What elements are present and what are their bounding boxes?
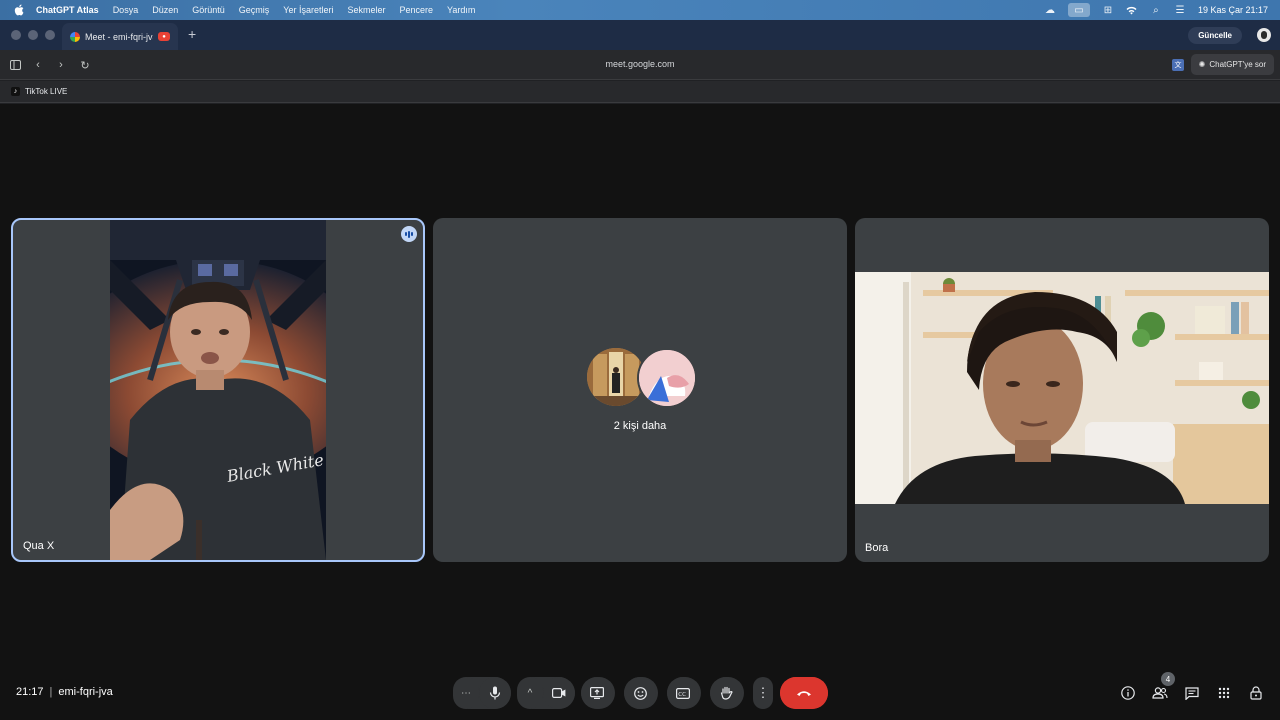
speaking-indicator-icon xyxy=(401,226,417,242)
macos-menu-bar: ChatGPT Atlas Dosya Düzen Görüntü Geçmiş… xyxy=(0,0,1280,20)
tab-title: Meet - emi-fqri-jva xyxy=(85,31,153,42)
audio-control-group: ⋯ xyxy=(453,677,511,709)
ask-chatgpt-label: ChatGPT'ye sor xyxy=(1209,60,1266,69)
participant-video-bora xyxy=(855,272,1269,504)
update-button[interactable]: Güncelle xyxy=(1188,27,1242,44)
present-group xyxy=(581,677,615,709)
present-screen-icon xyxy=(590,687,604,699)
raise-hand-button[interactable] xyxy=(710,677,742,709)
present-screen-button[interactable] xyxy=(581,677,613,709)
info-icon xyxy=(1121,686,1135,700)
microphone-button[interactable] xyxy=(479,677,511,709)
grid-icon[interactable]: ⊞ xyxy=(1102,5,1114,16)
apps-grid-icon xyxy=(1218,687,1230,699)
svg-text:CC: CC xyxy=(678,691,686,697)
raise-hand-group xyxy=(710,677,744,709)
menu-goruntu[interactable]: Görüntü xyxy=(192,5,225,15)
menu-sekmeler[interactable]: Sekmeler xyxy=(347,5,385,15)
close-window-button[interactable] xyxy=(11,30,21,40)
meeting-details-button[interactable] xyxy=(1119,684,1137,702)
meeting-info: 21:17 | emi-fqri-jva xyxy=(16,686,113,698)
tab-meet[interactable]: Meet - emi-fqri-jva ● xyxy=(62,23,178,50)
more-options-icon: ⋯ xyxy=(461,687,471,699)
chevron-up-icon: ^ xyxy=(527,687,533,699)
more-group: ⋮ xyxy=(753,677,773,709)
minimize-window-button[interactable] xyxy=(28,30,38,40)
meet-stage: Black White Qua X 2 kişi daha Bora 21:17… xyxy=(0,104,1280,720)
search-icon[interactable]: ⌕ xyxy=(1150,5,1162,16)
ask-chatgpt-button[interactable]: ✺ ChatGPT'ye sor xyxy=(1190,54,1274,75)
participant-tile-more-people[interactable]: 2 kişi daha xyxy=(433,218,847,562)
reactions-group xyxy=(624,677,658,709)
captions-group: CC xyxy=(667,677,701,709)
camera-icon xyxy=(552,688,566,698)
screen-share-status-icon[interactable]: ▭ xyxy=(1067,3,1090,17)
more-options-button[interactable]: ⋮ xyxy=(753,677,773,709)
avatar xyxy=(637,348,697,408)
profile-avatar[interactable] xyxy=(1257,28,1271,42)
meeting-time: 21:17 xyxy=(16,686,44,698)
menu-clock[interactable]: 19 Kas Çar 21:17 xyxy=(1198,5,1268,15)
wifi-icon[interactable] xyxy=(1126,5,1138,15)
zoom-window-button[interactable] xyxy=(45,30,55,40)
raise-hand-icon xyxy=(720,686,733,700)
apple-icon[interactable] xyxy=(12,3,26,17)
chatgpt-icon: ✺ xyxy=(1198,60,1206,69)
more-people-label: 2 kişi daha xyxy=(613,420,667,432)
control-center-icon[interactable]: ☰ xyxy=(1174,5,1186,16)
browser-tab-bar: Meet - emi-fqri-jva ● + Güncelle xyxy=(0,20,1280,50)
end-call-button[interactable] xyxy=(780,677,828,709)
address-bar[interactable]: meet.google.com xyxy=(0,59,1280,69)
participant-name: Qua X xyxy=(23,540,55,552)
menu-duzen[interactable]: Düzen xyxy=(152,5,178,15)
participant-video-qua-x: Black White xyxy=(110,220,326,560)
captions-button[interactable]: CC xyxy=(667,677,699,709)
hang-up-icon xyxy=(797,691,811,696)
bookmarks-bar: ♪ TikTok LIVE xyxy=(0,81,1280,103)
menu-dosya[interactable]: Dosya xyxy=(113,5,139,15)
bookmark-tiktok-live[interactable]: ♪ TikTok LIVE xyxy=(11,87,67,96)
participant-tile-bora[interactable]: Bora xyxy=(855,218,1269,562)
avatar-stack xyxy=(587,348,697,408)
people-button[interactable] xyxy=(1151,684,1169,702)
menu-pencere[interactable]: Pencere xyxy=(399,5,433,15)
captions-icon: CC xyxy=(676,687,690,699)
video-settings-button[interactable]: ^ xyxy=(517,677,543,709)
menu-yer-isaretleri[interactable]: Yer İşaretleri xyxy=(283,5,333,15)
audio-settings-button[interactable]: ⋯ xyxy=(453,677,479,709)
recording-indicator-icon: ● xyxy=(158,32,170,41)
participant-name: Bora xyxy=(865,542,889,554)
menu-yardim[interactable]: Yardım xyxy=(447,5,475,15)
menu-app-name[interactable]: ChatGPT Atlas xyxy=(36,5,99,15)
new-tab-button[interactable]: + xyxy=(188,26,196,42)
emoji-icon xyxy=(633,686,647,700)
window-controls xyxy=(11,30,55,40)
chat-button[interactable] xyxy=(1183,684,1201,702)
menu-gecmis[interactable]: Geçmiş xyxy=(239,5,270,15)
end-call-group xyxy=(780,677,828,709)
browser-toolbar: ‹ › ↻ meet.google.com 文 ✺ ChatGPT'ye sor xyxy=(0,50,1280,80)
chat-icon xyxy=(1185,686,1199,700)
people-icon xyxy=(1152,687,1168,699)
bookmark-label: TikTok LIVE xyxy=(25,87,68,96)
cloud-icon[interactable]: ☁ xyxy=(1044,5,1056,16)
activities-button[interactable] xyxy=(1215,684,1233,702)
host-controls-button[interactable] xyxy=(1247,684,1265,702)
camera-button[interactable] xyxy=(543,677,575,709)
separator: | xyxy=(49,686,53,698)
meet-favicon-icon xyxy=(70,31,80,42)
microphone-icon xyxy=(489,686,501,700)
kebab-menu-icon: ⋮ xyxy=(756,685,770,700)
video-control-group: ^ xyxy=(517,677,575,709)
translate-icon[interactable]: 文 xyxy=(1172,59,1184,71)
reactions-button[interactable] xyxy=(624,677,656,709)
tiktok-icon: ♪ xyxy=(11,87,20,96)
meeting-code: emi-fqri-jva xyxy=(58,686,113,698)
participant-tile-qua-x[interactable]: Black White Qua X xyxy=(11,218,425,562)
lock-person-icon xyxy=(1250,686,1262,700)
